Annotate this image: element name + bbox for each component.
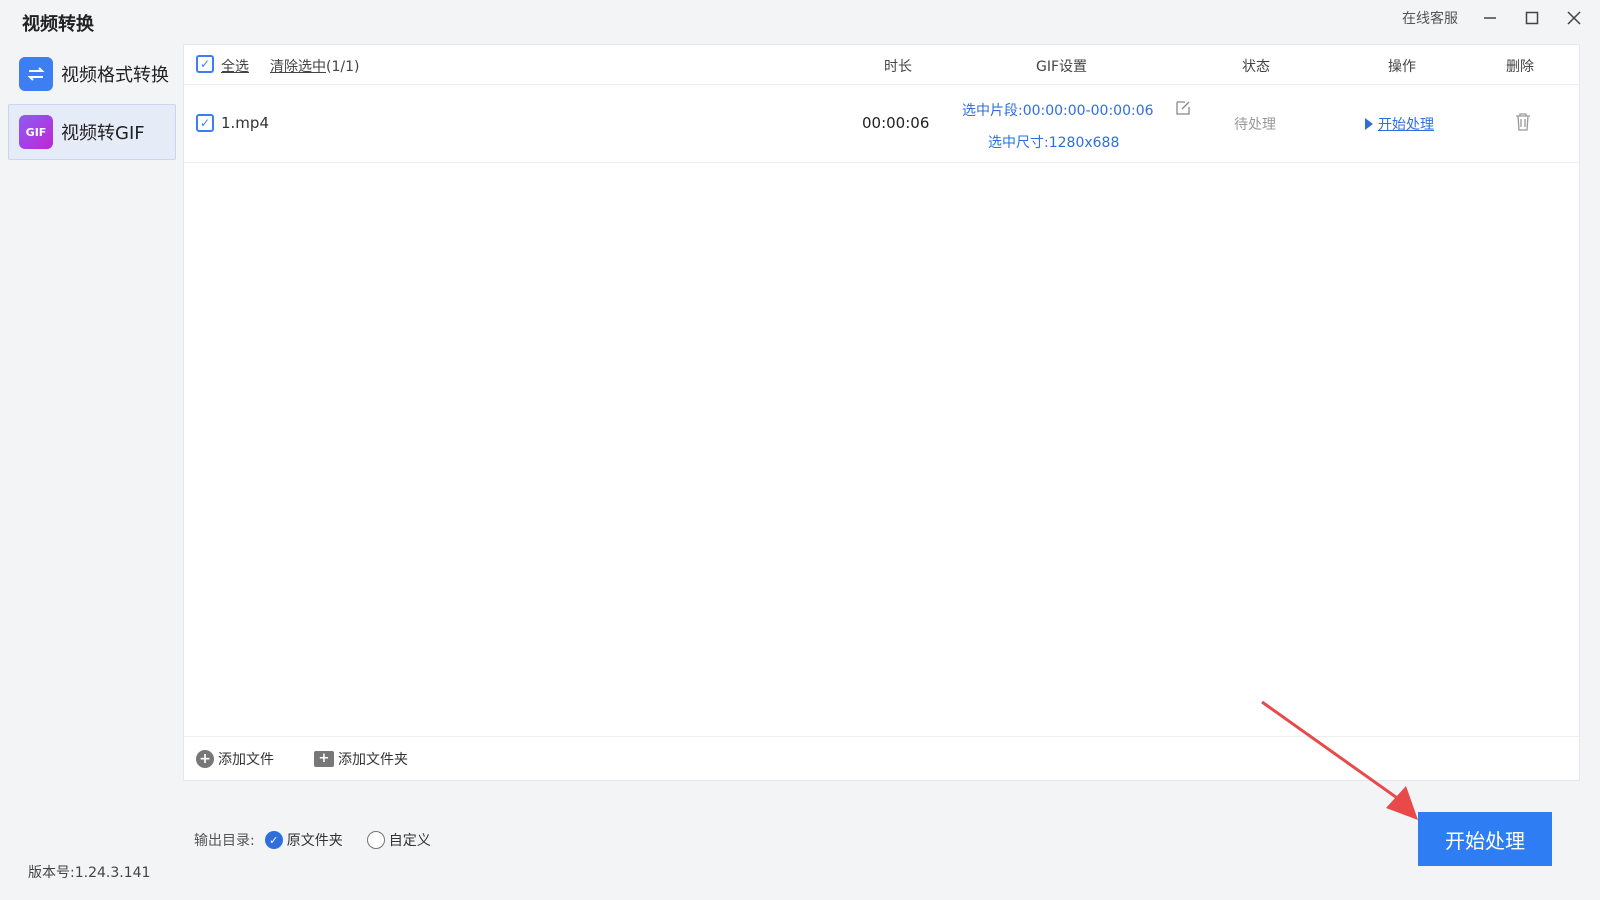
add-file-button[interactable]: + 添加文件 <box>196 749 274 769</box>
start-processing-button[interactable]: 开始处理 <box>1418 812 1552 866</box>
row-checkbox[interactable]: ✓ <box>196 114 214 132</box>
radio-custom-label: 自定义 <box>388 833 431 849</box>
trash-icon[interactable] <box>1514 112 1532 136</box>
app-title: 视频转换 <box>22 14 94 35</box>
file-name: 1.mp4 <box>221 114 269 132</box>
file-list-panel: ✓ 全选 清除选中(1/1) 时长 GIF设置 状态 操作 删除 ✓ 1.mp4… <box>183 44 1580 781</box>
col-header-action: 操作 <box>1388 59 1416 75</box>
radio-original-folder[interactable]: ✓ 原文件夹 <box>264 830 343 850</box>
col-header-delete: 删除 <box>1506 59 1534 75</box>
sidebar-item-video-format-convert[interactable]: 视频格式转换 <box>8 46 176 102</box>
version-label: 版本号:1.24.3.141 <box>28 865 151 881</box>
radio-original-label: 原文件夹 <box>286 833 343 849</box>
col-header-gif-settings: GIF设置 <box>1036 59 1088 75</box>
gif-size: 选中尺寸:1280x688 <box>988 135 1120 151</box>
radio-unchecked-icon <box>366 831 385 849</box>
add-folder-button[interactable]: + 添加文件夹 <box>314 749 408 769</box>
table-row: ✓ 1.mp4 00:00:06 选中片段:00:00:00-00:00:06 … <box>184 85 1579 163</box>
gif-icon: GIF <box>19 115 53 149</box>
clear-selection-label: 清除选中 <box>270 59 326 75</box>
sidebar-item-video-to-gif[interactable]: GIF 视频转GIF <box>8 104 176 160</box>
radio-custom-folder[interactable]: 自定义 <box>366 830 431 850</box>
clear-selection-link[interactable]: 清除选中(1/1) <box>270 56 359 76</box>
file-status: 待处理 <box>1234 117 1276 133</box>
add-circle-icon: + <box>196 749 214 768</box>
online-support-link[interactable]: 在线客服 <box>1402 8 1458 28</box>
maximize-icon[interactable] <box>1522 8 1542 28</box>
swap-arrows-icon <box>19 57 53 91</box>
output-directory: 输出目录: ✓ 原文件夹 自定义 <box>194 830 431 850</box>
minimize-icon[interactable] <box>1480 8 1500 28</box>
row-start-label: 开始处理 <box>1378 117 1434 133</box>
select-all-checkbox[interactable]: ✓ <box>196 55 214 73</box>
col-header-status: 状态 <box>1242 59 1270 75</box>
sidebar-item-label: 视频格式转换 <box>61 65 169 86</box>
window-controls: 在线客服 <box>1402 8 1584 28</box>
select-all-label[interactable]: 全选 <box>221 56 249 76</box>
add-folder-label: 添加文件夹 <box>338 751 408 768</box>
col-header-duration: 时长 <box>884 59 912 75</box>
gif-segment: 选中片段:00:00:00-00:00:06 <box>962 103 1154 119</box>
edit-icon[interactable] <box>1174 99 1192 121</box>
file-duration: 00:00:06 <box>862 114 930 132</box>
add-file-label: 添加文件 <box>218 751 274 768</box>
selection-count: (1/1) <box>326 59 360 75</box>
close-icon[interactable] <box>1564 8 1584 28</box>
table-header: ✓ 全选 清除选中(1/1) 时长 GIF设置 状态 操作 删除 <box>184 45 1579 85</box>
radio-checked-icon: ✓ <box>264 831 283 849</box>
row-start-button[interactable]: 开始处理 <box>1364 114 1434 134</box>
output-label: 输出目录: <box>194 833 255 849</box>
annotation-arrow-icon <box>1261 700 1418 820</box>
sidebar-item-label: 视频转GIF <box>61 123 145 144</box>
add-folder-icon: + <box>314 750 334 767</box>
sidebar: 视频格式转换 GIF 视频转GIF <box>8 46 176 162</box>
play-icon <box>1365 118 1373 130</box>
